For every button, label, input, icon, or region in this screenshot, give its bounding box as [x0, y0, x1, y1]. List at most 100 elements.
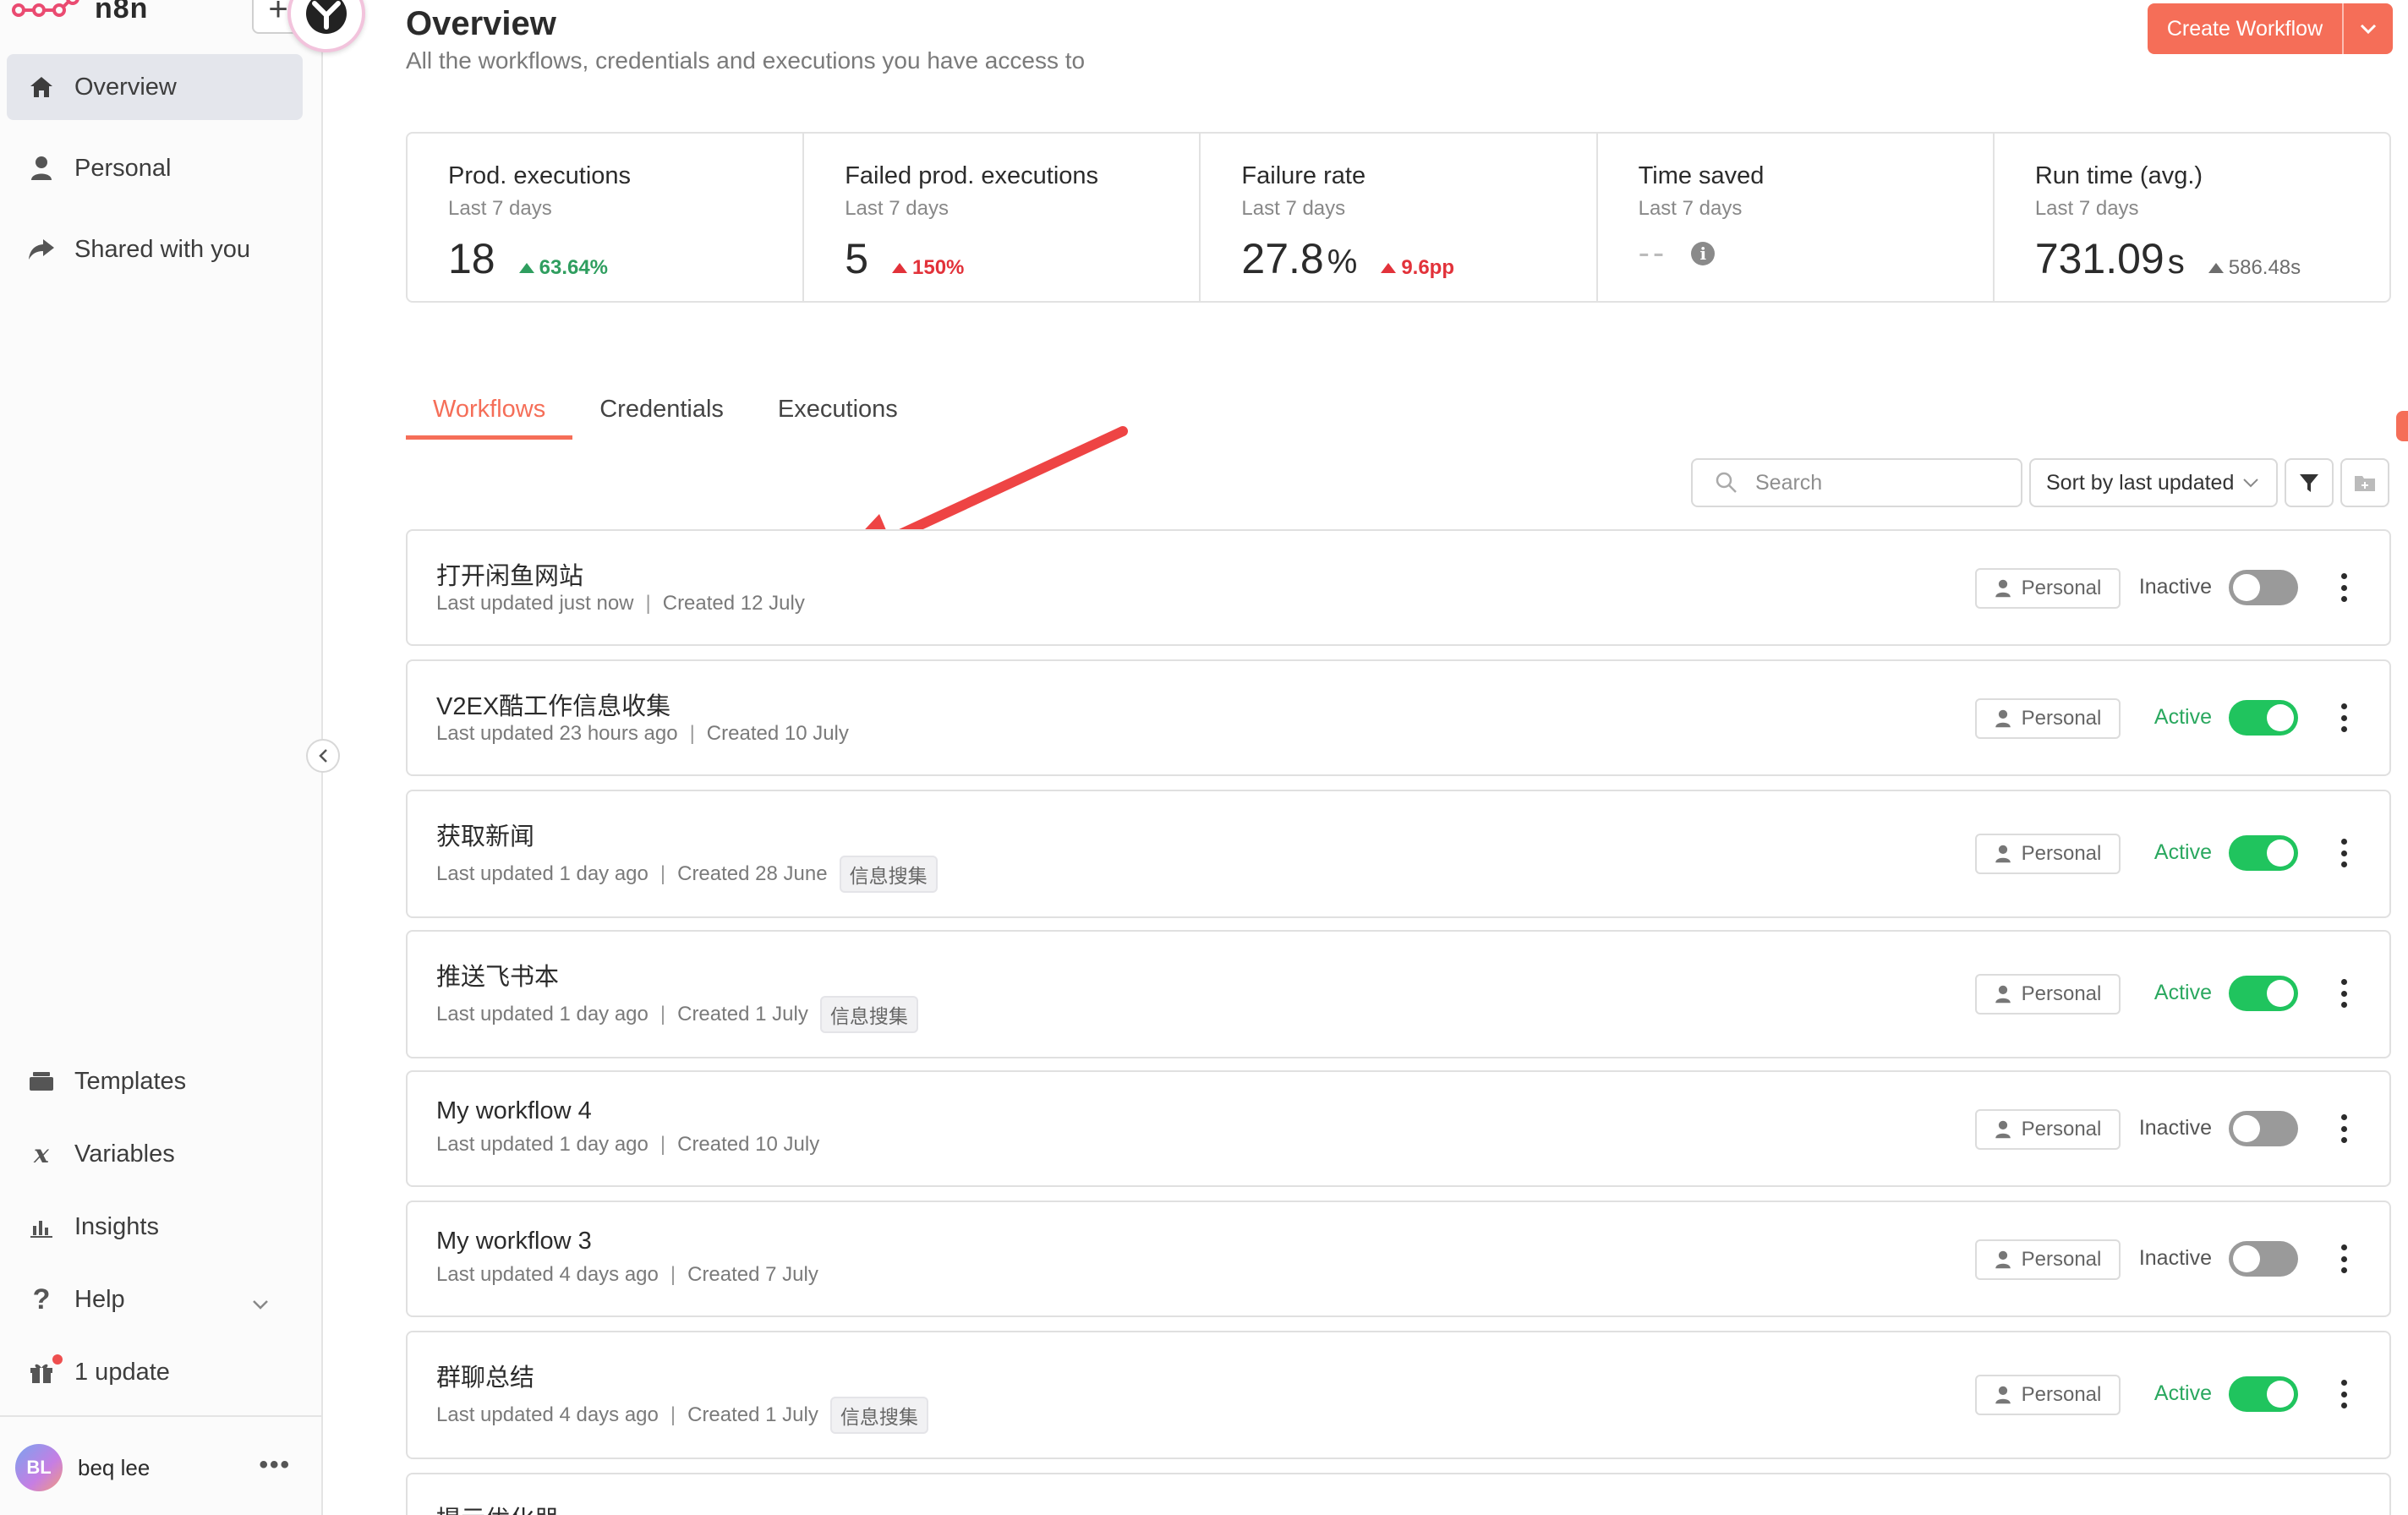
activation-toggle[interactable]	[2229, 1241, 2298, 1277]
workflow-card[interactable]: V2EX酷工作信息收集 Last updated 23 hours ago | Cr…	[406, 659, 2391, 776]
stat-title: Failure rate	[1241, 162, 1366, 189]
stat-delta: 9.6pp	[1381, 256, 1454, 280]
workflow-status: Active	[2154, 981, 2212, 1004]
workflow-card[interactable]: My workflow 4 Last updated 1 day ago | Cre…	[406, 1070, 2391, 1187]
avatar: BL	[15, 1444, 63, 1491]
stat-value: 731.09 s	[2034, 235, 2185, 282]
user-icon	[1995, 1386, 2011, 1404]
stat-prod-executions[interactable]: Prod. executions Last 7 days 18 63.64%	[408, 134, 805, 301]
more-vertical-icon[interactable]	[2339, 703, 2349, 732]
edge-notification-badge[interactable]	[2396, 411, 2408, 441]
activation-toggle[interactable]	[2229, 835, 2298, 871]
activation-toggle[interactable]	[2229, 976, 2298, 1011]
more-icon[interactable]: •••	[259, 1451, 291, 1479]
stat-failed-executions[interactable]: Failed prod. executions Last 7 days 5 15…	[804, 134, 1201, 301]
stat-title: Run time (avg.)	[2034, 162, 2203, 189]
sidebar-item-update[interactable]: 1 update	[7, 1339, 303, 1405]
search-input[interactable]	[1755, 470, 2009, 495]
activation-toggle[interactable]	[2229, 570, 2298, 605]
stat-run-time[interactable]: Run time (avg.) Last 7 days 731.09 s 586.…	[1995, 134, 2389, 301]
tab-credentials[interactable]: Credentials	[572, 380, 751, 440]
workflow-name[interactable]: My workflow 4	[436, 1097, 592, 1125]
logo[interactable]: n8n	[12, 0, 148, 25]
workflow-created: Created 7 July	[687, 1263, 818, 1286]
insights-summary: Prod. executions Last 7 days 18 63.64% F…	[406, 132, 2391, 303]
more-vertical-icon[interactable]	[2339, 1244, 2349, 1273]
workflow-created: Created 10 July	[677, 1133, 820, 1156]
new-folder-button[interactable]	[2340, 458, 2389, 507]
tab-workflows[interactable]: Workflows	[406, 380, 573, 440]
workflow-name[interactable]: My workflow 3	[436, 1228, 592, 1255]
workflow-name[interactable]: 提示优化器	[436, 1500, 559, 1515]
workflow-updated: Last updated 1 day ago	[436, 1133, 649, 1156]
workflow-name[interactable]: 获取新闻	[436, 817, 534, 852]
stat-period: Last 7 days	[448, 197, 552, 220]
create-workflow-label[interactable]: Create Workflow	[2148, 3, 2342, 54]
more-vertical-icon[interactable]	[2339, 1380, 2349, 1408]
sidebar-item-variables[interactable]: x Variables	[7, 1121, 303, 1187]
stat-failure-rate[interactable]: Failure rate Last 7 days 27.8% 9.6pp	[1201, 134, 1598, 301]
search-box[interactable]	[1691, 458, 2022, 507]
user-icon	[27, 154, 56, 183]
collapse-sidebar-button[interactable]	[306, 739, 340, 773]
workflow-tag[interactable]: 信息搜集	[829, 1397, 928, 1434]
workflow-name[interactable]: 打开闲鱼网站	[436, 556, 583, 592]
workflow-status: Active	[2154, 840, 2212, 864]
workflow-card[interactable]: 获取新闻 Last updated 1 day ago | Created 28 J…	[406, 790, 2391, 918]
sidebar-item-label: Insights	[74, 1212, 159, 1240]
workflow-updated: Last updated 1 day ago	[436, 1003, 649, 1025]
workflow-tag[interactable]: 信息搜集	[819, 996, 918, 1033]
sidebar-item-overview[interactable]: Overview	[7, 54, 303, 120]
sort-select[interactable]: Sort by last updated	[2029, 458, 2278, 507]
workflow-card[interactable]: 群聊总结 Last updated 4 days ago | Created 1 J…	[406, 1331, 2391, 1459]
workflow-meta: Last updated 1 day ago | Created 10 July	[436, 1133, 820, 1156]
workflow-meta: Last updated 1 day ago | Created 28 June 信…	[436, 856, 938, 893]
trend-up-icon	[1381, 263, 1397, 273]
more-vertical-icon[interactable]	[2339, 839, 2349, 867]
sidebar-item-label: 1 update	[74, 1358, 170, 1386]
filter-button[interactable]	[2285, 458, 2334, 507]
stat-delta: 63.64%	[518, 256, 608, 280]
workflow-card[interactable]: 推送飞书本 Last updated 1 day ago | Created 1 J…	[406, 930, 2391, 1058]
owner-badge: Personal	[1975, 974, 2121, 1015]
workflow-name[interactable]: 群聊总结	[436, 1358, 534, 1393]
owner-badge: Personal	[1975, 1239, 2121, 1280]
search-icon	[1716, 472, 1737, 493]
sidebar: n8n + Overview Personal Shared with you …	[0, 0, 365, 1515]
workflow-name[interactable]: 推送飞书本	[436, 957, 559, 993]
stat-period: Last 7 days	[1638, 197, 1743, 220]
workflow-card[interactable]: 打开闲鱼网站 Last updated just now | Created 12 …	[406, 529, 2391, 646]
workflow-card[interactable]: 提示优化器	[406, 1473, 2391, 1515]
sidebar-item-templates[interactable]: Templates	[7, 1048, 303, 1114]
activation-toggle[interactable]	[2229, 700, 2298, 736]
workflow-updated: Last updated 23 hours ago	[436, 722, 678, 745]
create-workflow-button[interactable]: Create Workflow	[2148, 3, 2393, 54]
more-vertical-icon[interactable]	[2339, 979, 2349, 1008]
workflow-created: Created 10 July	[706, 722, 849, 745]
workflow-card[interactable]: My workflow 3 Last updated 4 days ago | Cr…	[406, 1201, 2391, 1317]
user-menu[interactable]: BL beq lee •••	[15, 1442, 303, 1493]
owner-badge: Personal	[1975, 1109, 2121, 1150]
sidebar-item-personal[interactable]: Personal	[7, 135, 303, 201]
extension-badge[interactable]	[287, 0, 365, 52]
page-title: Overview	[406, 5, 556, 42]
sidebar-item-insights[interactable]: Insights	[7, 1194, 303, 1260]
sidebar-item-shared[interactable]: Shared with you	[7, 216, 303, 282]
user-icon	[1995, 985, 2011, 1004]
more-vertical-icon[interactable]	[2339, 1114, 2349, 1143]
user-name: beq lee	[78, 1454, 150, 1480]
workflow-tag[interactable]: 信息搜集	[839, 856, 938, 893]
info-icon[interactable]: i	[1691, 241, 1716, 265]
page-subtitle: All the workflows, credentials and execu…	[406, 47, 1086, 74]
sidebar-item-help[interactable]: ? Help	[7, 1266, 303, 1332]
user-icon	[1995, 1120, 2011, 1139]
more-vertical-icon[interactable]	[2339, 573, 2349, 602]
owner-badge: Personal	[1975, 1375, 2121, 1415]
create-dropdown-button[interactable]	[2342, 3, 2393, 54]
sidebar-item-label: Overview	[74, 73, 177, 101]
workflow-name[interactable]: V2EX酷工作信息收集	[436, 686, 670, 722]
stat-time-saved[interactable]: Time saved Last 7 days -- i	[1598, 134, 1995, 301]
activation-toggle[interactable]	[2229, 1111, 2298, 1146]
owner-badge: Personal	[1975, 568, 2121, 609]
activation-toggle[interactable]	[2229, 1376, 2298, 1412]
